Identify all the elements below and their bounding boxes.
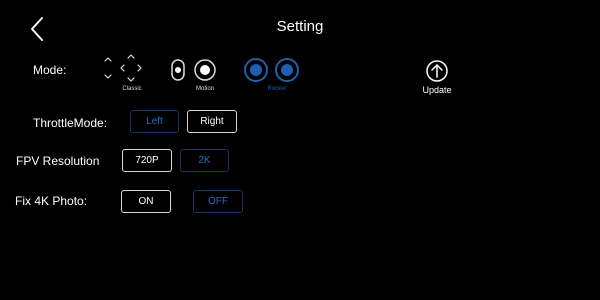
arrow-up-circle-icon [426, 60, 448, 82]
fix-4k-off-button[interactable]: OFF [193, 190, 243, 213]
update-label: Update [422, 85, 452, 95]
update-button[interactable]: Update [415, 58, 459, 98]
mode-label: Mode: [33, 63, 67, 77]
fpv-720p-button[interactable]: 720P [122, 149, 172, 172]
mode-option-classic[interactable]: Classic [98, 52, 154, 96]
throttle-right-button[interactable]: Right [187, 110, 237, 133]
page-title: Setting [276, 18, 324, 35]
joystick-circles-icon [244, 58, 299, 82]
toggle-dots-icon [171, 59, 216, 81]
mode-caption-motion: Motion [195, 86, 214, 92]
mode-option-rocker[interactable]: Rocker [240, 55, 304, 97]
fix-4k-on-button[interactable]: ON [121, 190, 171, 213]
throttle-mode-label: ThrottleMode: [33, 116, 108, 130]
fpv-resolution-label: FPV Resolution [16, 154, 100, 168]
fix-4k-photo-label: Fix 4K Photo: [15, 194, 88, 208]
mode-option-motion[interactable]: Motion [168, 55, 224, 97]
dpad-arrows-icon [104, 54, 142, 82]
fpv-2k-button[interactable]: 2K [180, 149, 229, 172]
mode-caption-rocker: Rocker [267, 86, 287, 92]
mode-caption-classic: Classic [122, 86, 142, 92]
throttle-left-button[interactable]: Left [130, 110, 179, 133]
